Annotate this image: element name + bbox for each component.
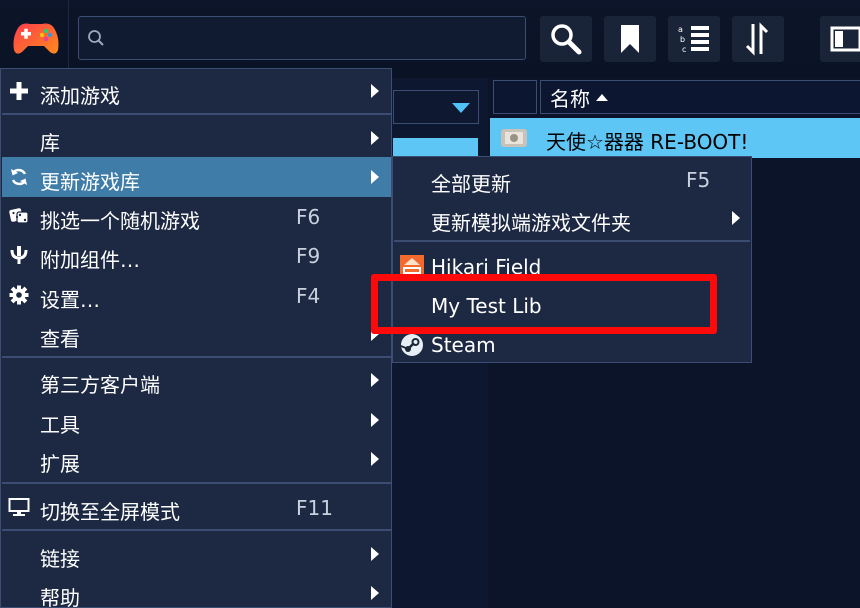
menu-item-shortcut: F9	[296, 244, 321, 268]
top-toolbar: a b c	[0, 0, 860, 78]
plugin-icon	[8, 244, 30, 266]
menu-item-view[interactable]: 查看	[2, 314, 391, 354]
submenu-arrow-icon	[371, 373, 379, 387]
menu-item-label: 切换至全屏模式	[40, 500, 180, 524]
gear-icon	[8, 284, 30, 306]
search-box[interactable]	[78, 16, 526, 61]
menu-item-label: 库	[40, 131, 60, 155]
search-icon	[551, 24, 582, 55]
submenu-item-update-emulator-folders[interactable]: 更新模拟端游戏文件夹	[394, 198, 750, 238]
menu-item-shortcut: F4	[296, 284, 321, 308]
menu-item-label: 附加组件…	[40, 248, 140, 272]
menu-item-third-party-clients[interactable]: 第三方客户端	[2, 360, 391, 400]
submenu-arrow-icon	[371, 452, 379, 466]
game-title: 天使☆器器 RE-BOOT!	[546, 130, 749, 154]
dropdown-arrow-icon	[452, 103, 470, 113]
menu-item-tools[interactable]: 工具	[2, 400, 391, 440]
menu-item-library[interactable]: 库	[2, 118, 391, 158]
table-row[interactable]: 天使☆器器 RE-BOOT!	[490, 118, 860, 158]
menu-item-random-game[interactable]: 挑选一个随机游戏 F6	[2, 196, 391, 236]
svg-text:a: a	[678, 25, 683, 34]
menu-item-help[interactable]: 帮助	[2, 573, 391, 608]
menu-divider	[2, 529, 391, 531]
svg-text:c: c	[682, 45, 686, 54]
sort-ascending-icon	[596, 93, 608, 101]
annotation-highlight-box	[371, 274, 717, 334]
sort-list-button[interactable]: a b c	[668, 16, 720, 62]
menu-item-fullscreen[interactable]: 切换至全屏模式 F11	[2, 487, 391, 527]
panel-toggle-button[interactable]	[820, 16, 860, 62]
menu-item-settings[interactable]: 设置… F4	[2, 275, 391, 315]
toolbar-divider	[68, 0, 69, 78]
column-header-icon[interactable]	[493, 80, 537, 114]
menu-item-update-library[interactable]: 更新游戏库	[2, 157, 391, 197]
submenu-arrow-icon	[371, 547, 379, 561]
menu-item-addons[interactable]: 附加组件… F9	[2, 235, 391, 275]
submenu-item-label: 更新模拟端游戏文件夹	[431, 211, 631, 235]
submenu-arrow-icon	[732, 211, 740, 225]
sort-order-button[interactable]	[732, 16, 784, 62]
selected-filter-item[interactable]	[393, 138, 478, 158]
menu-item-label: 工具	[40, 413, 80, 437]
sort-list-icon: a b c	[678, 25, 709, 54]
search-icon	[88, 30, 104, 46]
monitor-icon	[8, 496, 30, 518]
menu-divider	[2, 113, 391, 115]
submenu-item-update-all[interactable]: 全部更新 F5	[394, 159, 750, 199]
plus-icon	[8, 80, 30, 102]
submenu-item-label: Steam	[431, 333, 496, 357]
submenu-arrow-icon	[371, 170, 379, 184]
menu-item-label: 第三方客户端	[40, 373, 160, 397]
submenu-arrow-icon	[371, 413, 379, 427]
menu-divider	[2, 356, 391, 358]
menu-item-label: 设置…	[40, 288, 100, 312]
menu-divider	[394, 240, 750, 242]
menu-item-shortcut: F11	[296, 496, 333, 520]
menu-item-label: 链接	[40, 547, 80, 571]
submenu-item-shortcut: F5	[686, 168, 711, 192]
column-name-label: 名称	[550, 86, 590, 111]
menu-item-links[interactable]: 链接	[2, 534, 391, 574]
menu-item-label: 扩展	[40, 452, 80, 476]
refresh-icon	[8, 166, 30, 188]
dice-icon	[8, 205, 30, 227]
game-cover-icon	[501, 129, 527, 147]
gamepad-logo-icon[interactable]	[8, 14, 64, 62]
menu-item-label: 更新游戏库	[40, 170, 140, 194]
steam-icon	[400, 333, 424, 357]
bookmark-button[interactable]	[604, 16, 656, 62]
sort-order-icon	[745, 22, 769, 56]
panel-toggle-icon	[830, 26, 860, 52]
bookmark-icon	[621, 25, 639, 53]
menu-item-shortcut: F6	[296, 205, 321, 229]
submenu-arrow-icon	[371, 131, 379, 145]
column-header-name[interactable]: 名称	[540, 80, 860, 114]
search-input[interactable]	[109, 17, 513, 61]
menu-item-extensions[interactable]: 扩展	[2, 439, 391, 479]
submenu-item-label: 全部更新	[431, 172, 511, 196]
menu-divider	[2, 482, 391, 484]
menu-item-label: 帮助	[40, 586, 80, 608]
search-button[interactable]	[540, 16, 592, 62]
menu-item-label: 添加游戏	[40, 84, 120, 108]
menu-item-label: 查看	[40, 327, 80, 351]
menu-item-label: 挑选一个随机游戏	[40, 209, 200, 233]
main-menu: 添加游戏 库 更新游戏库 挑选一个随机游戏 F6 附加组件… F9 设置… F4…	[0, 68, 392, 608]
submenu-arrow-icon	[371, 586, 379, 600]
submenu-arrow-icon	[371, 84, 379, 98]
menu-item-add-game[interactable]: 添加游戏	[2, 71, 391, 111]
svg-text:b: b	[680, 35, 685, 44]
